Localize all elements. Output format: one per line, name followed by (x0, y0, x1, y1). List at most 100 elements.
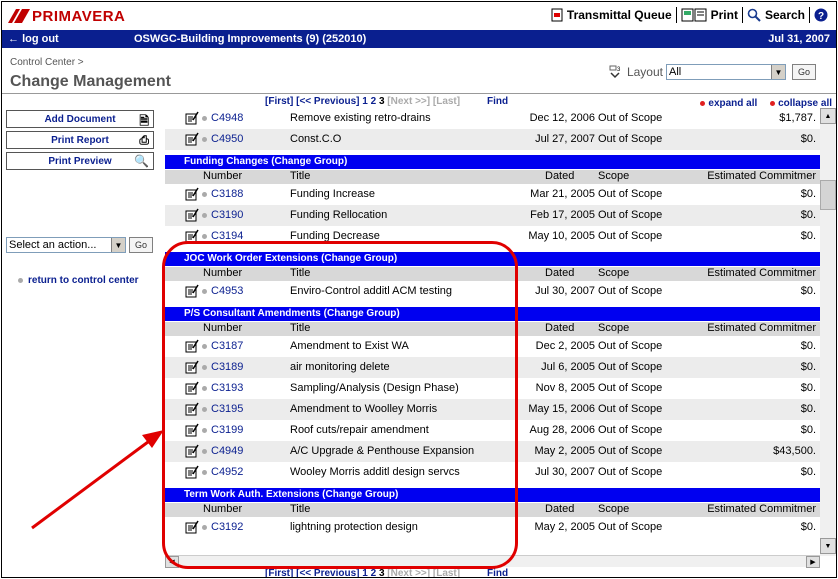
column-header-number[interactable]: Number (203, 322, 242, 334)
pager-prev[interactable]: [<< Previous] (296, 96, 359, 107)
column-header-scope[interactable]: Scope (598, 503, 629, 515)
edit-icon[interactable] (185, 284, 199, 301)
return-to-control-center-link[interactable]: return to control center (18, 275, 139, 286)
row-title: lightning protection design (290, 521, 418, 533)
action-go-button[interactable]: Go (129, 237, 154, 253)
column-header-estimated-commitment[interactable]: Estimated Commitmer (707, 170, 816, 182)
column-header-number[interactable]: Number (203, 503, 242, 515)
help-button[interactable]: ? (810, 8, 832, 22)
row-number-link[interactable]: C4952 (211, 466, 243, 478)
group-header[interactable]: ▼Funding Changes (Change Group) (165, 155, 820, 169)
find-link[interactable]: Find (487, 96, 508, 107)
row-number-link[interactable]: C3192 (211, 521, 243, 533)
add-document-button[interactable]: Add Document 🗎 (6, 110, 154, 128)
pager-top: [First] [<< Previous] 1 2 3 [Next >>] [L… (265, 96, 508, 107)
bullet-icon (202, 234, 207, 239)
edit-icon[interactable] (185, 402, 199, 419)
pager-page-1[interactable]: 1 (362, 568, 368, 577)
print-report-button[interactable]: Print Report ⎙ (6, 131, 154, 149)
column-header-scope[interactable]: Scope (598, 322, 629, 334)
column-header-title[interactable]: Title (290, 322, 310, 334)
edit-icon[interactable] (185, 423, 199, 440)
row-title: Funding Rellocation (290, 209, 388, 221)
scroll-right-icon[interactable]: ▶ (806, 556, 820, 568)
layout-go-button[interactable]: Go (791, 64, 816, 80)
find-link[interactable]: Find (487, 568, 508, 577)
column-header-title[interactable]: Title (290, 267, 310, 279)
scroll-thumb[interactable] (820, 180, 836, 210)
column-header-scope[interactable]: Scope (598, 267, 629, 279)
edit-icon[interactable] (185, 520, 199, 537)
pager-next: [Next >>] (387, 568, 431, 578)
pager-first[interactable]: [First] (265, 96, 293, 107)
table-row: C4950 Const.C.O Jul 27, 2007 Out of Scope $0… (165, 129, 820, 150)
row-number-link[interactable]: C4950 (211, 133, 243, 145)
column-header-number[interactable]: Number (203, 267, 242, 279)
edit-icon[interactable] (185, 465, 199, 482)
logo-icon (8, 9, 30, 23)
pager-page-1[interactable]: 1 (362, 96, 368, 107)
edit-icon[interactable] (185, 208, 199, 225)
row-number-link[interactable]: C3193 (211, 382, 243, 394)
column-header-dated[interactable]: Dated (545, 170, 574, 182)
bullet-icon (202, 365, 207, 370)
search-button[interactable]: Search (743, 8, 809, 22)
group-name: Term Work Auth. Extensions (Change Group… (184, 489, 399, 500)
edit-icon[interactable] (185, 132, 199, 149)
edit-icon[interactable] (185, 381, 199, 398)
row-title: Amendment to Exist WA (290, 340, 409, 352)
pager-page-2[interactable]: 2 (371, 96, 377, 107)
column-header-title[interactable]: Title (290, 503, 310, 515)
group-header[interactable]: ▼P/S Consultant Amendments (Change Group… (165, 307, 820, 321)
group-header[interactable]: ▼Term Work Auth. Extensions (Change Grou… (165, 488, 820, 502)
column-header-estimated-commitment[interactable]: Estimated Commitmer (707, 503, 816, 515)
group-header[interactable]: ▼JOC Work Order Extensions (Change Group… (165, 252, 820, 266)
row-number-link[interactable]: C3189 (211, 361, 243, 373)
table-row: C4948 Remove existing retro-drains Dec 12,… (165, 108, 820, 129)
breadcrumb[interactable]: Control Center > (10, 57, 84, 68)
row-number-link[interactable]: C3187 (211, 340, 243, 352)
row-number-link[interactable]: C4948 (211, 112, 243, 124)
column-header-estimated-commitment[interactable]: Estimated Commitmer (707, 322, 816, 334)
row-number-link[interactable]: C3194 (211, 230, 243, 242)
edit-icon[interactable] (185, 187, 199, 204)
scroll-down-icon[interactable]: ▼ (820, 538, 836, 554)
column-header-title[interactable]: Title (290, 170, 310, 182)
edit-icon[interactable] (185, 360, 199, 377)
bullet-icon (202, 525, 207, 530)
print-report-label: Print Report (51, 134, 109, 146)
pager-prev[interactable]: [<< Previous] (296, 568, 359, 577)
row-number-link[interactable]: C4953 (211, 285, 243, 297)
vertical-scrollbar[interactable]: ▲ ▼ (820, 108, 836, 556)
logout-link[interactable]: ← log out (2, 33, 134, 45)
column-header-dated[interactable]: Dated (545, 503, 574, 515)
row-number-link[interactable]: C3190 (211, 209, 243, 221)
column-header-number[interactable]: Number (203, 170, 242, 182)
row-scope: Out of Scope (598, 112, 663, 124)
edit-icon[interactable] (185, 339, 199, 356)
column-header-dated[interactable]: Dated (545, 267, 574, 279)
edit-icon[interactable] (185, 229, 199, 246)
transmittal-queue-button[interactable]: Transmittal Queue (547, 8, 676, 22)
row-number-link[interactable]: C3199 (211, 424, 243, 436)
row-number-link[interactable]: C3195 (211, 403, 243, 415)
print-preview-button[interactable]: Print Preview 🔍 (6, 152, 154, 170)
column-header-estimated-commitment[interactable]: Estimated Commitmer (707, 267, 816, 279)
row-number-link[interactable]: C3188 (211, 188, 243, 200)
layout-dropdown[interactable]: All ▼ (665, 64, 786, 80)
column-header-scope[interactable]: Scope (598, 170, 629, 182)
action-dropdown[interactable]: Select an action... ▼ (6, 237, 126, 253)
scroll-up-icon[interactable]: ▲ (820, 108, 836, 124)
table-row: C3193 Sampling/Analysis (Design Phase) Nov… (165, 378, 820, 399)
pager-first[interactable]: [First] (265, 568, 293, 577)
table-row: C3199 Roof cuts/repair amendment Aug 28, 2… (165, 420, 820, 441)
pager-page-2[interactable]: 2 (371, 568, 377, 577)
edit-icon[interactable] (185, 444, 199, 461)
print-button[interactable]: Print (677, 8, 742, 22)
edit-icon[interactable] (185, 111, 199, 128)
horizontal-scrollbar[interactable]: ◀ ▶ (165, 555, 820, 568)
row-estimated-commitment: $0. (800, 188, 816, 200)
scroll-left-icon[interactable]: ◀ (165, 556, 179, 568)
column-header-dated[interactable]: Dated (545, 322, 574, 334)
row-number-link[interactable]: C4949 (211, 445, 243, 457)
